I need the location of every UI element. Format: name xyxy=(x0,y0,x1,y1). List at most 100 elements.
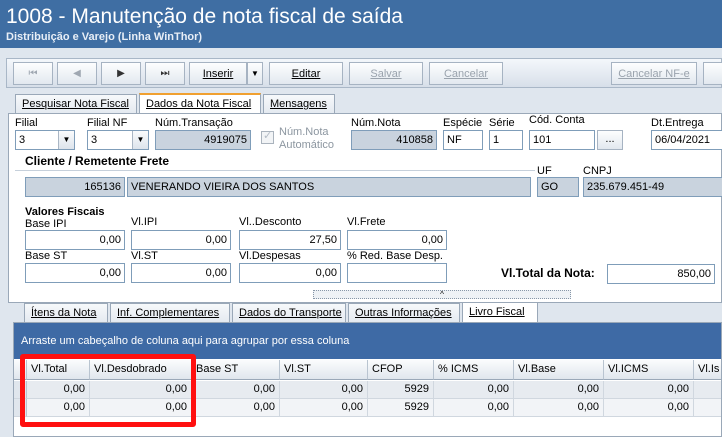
insert-button-label: Inserir xyxy=(202,67,234,80)
filial-value: 3 xyxy=(19,134,26,146)
tab-dados-do-transporte[interactable]: Dados do Transporte xyxy=(232,303,346,323)
table-cell[interactable] xyxy=(694,399,721,417)
edit-button-label: Editar xyxy=(291,67,321,80)
tab-pesquisar-nota-fiscal[interactable]: Pesquisar Nota Fiscal xyxy=(15,94,137,114)
tab-inf-complementares[interactable]: Inf. Complementares xyxy=(110,303,230,323)
base-st-label: Base ST xyxy=(25,250,68,262)
table-cell[interactable]: 0,00 xyxy=(192,381,280,399)
cod-conta-field[interactable]: 101 xyxy=(529,130,595,150)
cancel-nfe-button-label: Cancelar NF-e xyxy=(618,67,690,80)
serie-label: Série xyxy=(489,117,515,129)
filial-nf-value: 3 xyxy=(91,134,98,146)
table-cell[interactable]: 0,00 xyxy=(434,381,514,399)
tab-outras-informacoes[interactable]: Outras Informações xyxy=(348,303,460,323)
tab-itens-label: Ítens da Nota xyxy=(31,307,97,319)
table-cell[interactable]: 0,00 xyxy=(280,399,368,417)
next-record-button[interactable]: ▶ xyxy=(101,62,141,85)
cliente-codigo-field[interactable]: 165136 xyxy=(25,177,125,197)
red-base-desp-field[interactable] xyxy=(347,263,447,283)
table-cell[interactable]: 0,00 xyxy=(434,399,514,417)
toolbar: ⏮ ◀ ▶ ⏭ Inserir ▼ Editar Salvar Cancelar… xyxy=(6,58,722,88)
table-cell[interactable] xyxy=(694,381,721,399)
window-subtitle: Distribuição e Varejo (Linha WinThor) xyxy=(6,31,203,43)
insert-button[interactable]: Inserir xyxy=(189,62,247,85)
column-header-vl-base[interactable]: Vl.Base xyxy=(514,360,604,380)
vl-despesas-field[interactable]: 0,00 xyxy=(239,263,341,283)
serie-field[interactable]: 1 xyxy=(489,130,523,150)
dados-nota-fiscal-panel: Filial Filial NF Núm.Transação Núm.Nota … xyxy=(8,113,722,303)
num-nota-field[interactable]: 410858 xyxy=(351,130,437,150)
vl-desconto-field[interactable]: 27,50 xyxy=(239,230,341,250)
chevron-down-icon: ▼ xyxy=(132,131,148,149)
window-title: 1008 - Manutenção de nota fiscal de saíd… xyxy=(6,5,403,28)
cod-conta-label: Cód. Conta xyxy=(529,114,585,126)
table-cell[interactable]: 0,00 xyxy=(514,399,604,417)
table-cell[interactable]: 0,00 xyxy=(280,381,368,399)
filial-nf-label: Filial NF xyxy=(87,117,128,129)
filial-select[interactable]: 3 ▼ xyxy=(15,130,75,150)
tab-mensagens[interactable]: Mensagens xyxy=(263,94,335,114)
panel-splitter[interactable]: ^ xyxy=(313,290,571,299)
table-cell[interactable]: 0,00 xyxy=(604,381,694,399)
last-record-button[interactable]: ⏭ xyxy=(145,62,185,85)
highlight-annotation-box xyxy=(20,354,196,427)
column-header-icms-percent[interactable]: % ICMS xyxy=(434,360,514,380)
column-header-vl-st[interactable]: Vl.ST xyxy=(280,360,368,380)
base-ipi-field[interactable]: 0,00 xyxy=(25,230,125,250)
vl-st-field[interactable]: 0,00 xyxy=(131,263,231,283)
filial-nf-select[interactable]: 3 ▼ xyxy=(87,130,149,150)
tab-livro-label: Livro Fiscal xyxy=(469,306,525,318)
insert-dropdown-button[interactable]: ▼ xyxy=(247,62,263,85)
cancel-nfe-button[interactable]: Cancelar NF-e xyxy=(611,62,697,85)
especie-field[interactable]: NF xyxy=(443,130,483,150)
num-transacao-field[interactable]: 4919075 xyxy=(155,130,251,150)
column-header-base-st[interactable]: Base ST xyxy=(192,360,280,380)
toolbar-overflow-button[interactable] xyxy=(703,62,722,85)
prev-record-button[interactable]: ◀ xyxy=(57,62,97,85)
vl-despesas-label: Vl.Despesas xyxy=(239,250,301,262)
vl-ipi-field[interactable]: 0,00 xyxy=(131,230,231,250)
table-cell[interactable]: 5929 xyxy=(368,399,434,417)
tab-itens-da-nota[interactable]: Ítens da Nota xyxy=(24,303,108,323)
vl-total-nota-field[interactable]: 850,00 xyxy=(607,264,715,284)
dt-entrega-label: Dt.Entrega xyxy=(651,117,704,129)
tab-dados-label: Dados da Nota Fiscal xyxy=(146,98,252,110)
cliente-nome-field[interactable]: VENERANDO VIEIRA DOS SANTOS xyxy=(127,177,531,197)
valores-fiscais-title: Valores Fiscais xyxy=(25,206,105,218)
num-nota-automatico-checkbox[interactable] xyxy=(261,129,274,144)
especie-label: Espécie xyxy=(443,117,483,129)
cnpj-label: CNPJ xyxy=(583,165,612,177)
vl-desconto-label: Vl..Desconto xyxy=(239,216,302,228)
filial-label: Filial xyxy=(15,117,38,129)
cancel-button[interactable]: Cancelar xyxy=(429,62,503,85)
cnpj-field[interactable]: 235.679.451-49 xyxy=(583,177,722,197)
base-st-field[interactable]: 0,00 xyxy=(25,263,125,283)
num-nota-automatico-label-1: Núm.Nota xyxy=(279,126,329,138)
tab-transporte-label: Dados do Transporte xyxy=(239,307,342,319)
save-button-label: Salvar xyxy=(370,67,402,80)
cod-conta-lookup-button[interactable]: ... xyxy=(597,130,623,150)
edit-button[interactable]: Editar xyxy=(269,62,343,85)
vl-st-label: Vl.ST xyxy=(131,250,158,262)
tab-livro-fiscal[interactable]: Livro Fiscal xyxy=(462,302,538,323)
num-transacao-label: Núm.Transação xyxy=(155,117,233,129)
red-base-desp-label: % Red. Base Desp. xyxy=(347,250,443,262)
window-titlebar: 1008 - Manutenção de nota fiscal de saíd… xyxy=(0,0,722,48)
uf-field[interactable]: GO xyxy=(537,177,579,197)
divider xyxy=(15,170,535,171)
column-header-vl-icms[interactable]: Vl.ICMS xyxy=(604,360,694,380)
column-header-cfop[interactable]: CFOP xyxy=(368,360,434,380)
table-cell[interactable]: 5929 xyxy=(368,381,434,399)
tab-inf-label: Inf. Complementares xyxy=(117,307,220,319)
table-cell[interactable]: 0,00 xyxy=(604,399,694,417)
table-cell[interactable]: 0,00 xyxy=(192,399,280,417)
tab-dados-da-nota-fiscal[interactable]: Dados da Nota Fiscal xyxy=(139,93,261,114)
column-header-vl-is[interactable]: Vl.Is xyxy=(694,360,721,380)
save-button[interactable]: Salvar xyxy=(349,62,423,85)
cancel-button-label: Cancelar xyxy=(443,67,489,80)
tab-pesquisar-label: Pesquisar Nota Fiscal xyxy=(22,98,129,110)
dt-entrega-field[interactable]: 06/04/2021 xyxy=(651,130,722,150)
first-record-button[interactable]: ⏮ xyxy=(13,62,53,85)
vl-frete-field[interactable]: 0,00 xyxy=(347,230,447,250)
table-cell[interactable]: 0,00 xyxy=(514,381,604,399)
